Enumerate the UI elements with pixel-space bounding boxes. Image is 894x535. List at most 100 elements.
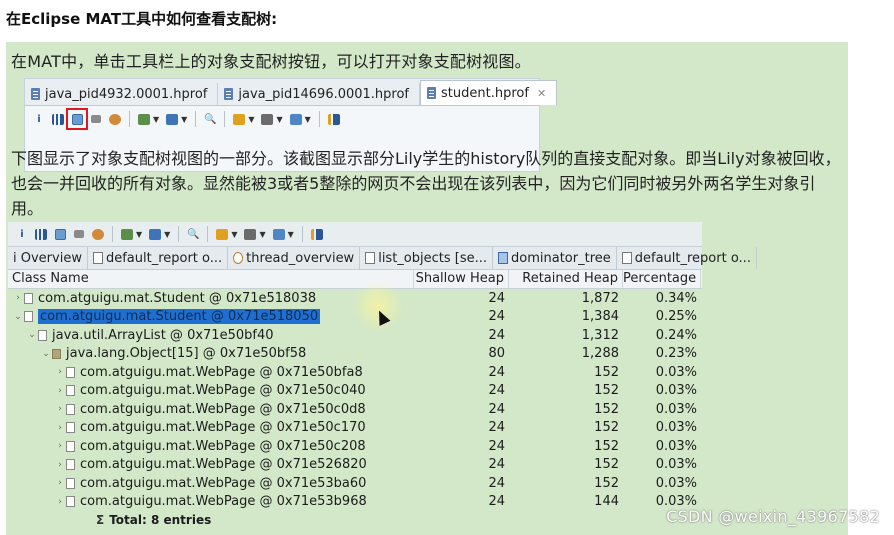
expand-arrow-icon[interactable]: › bbox=[54, 441, 66, 451]
chevron-down-icon[interactable]: ▼ bbox=[231, 230, 237, 239]
view-tab-dominator-tree[interactable]: dominator_tree bbox=[493, 247, 617, 269]
object-icon bbox=[66, 385, 75, 397]
expand-arrow-icon[interactable]: ⌄ bbox=[40, 349, 52, 359]
heap-dump-overview-icon[interactable] bbox=[231, 111, 247, 127]
expand-arrow-icon[interactable]: › bbox=[54, 478, 66, 488]
expand-arrow-icon[interactable]: ⌄ bbox=[26, 330, 38, 340]
table-row[interactable]: › com.atguigu.mat.WebPage @ 0x71e50c040 24… bbox=[8, 382, 702, 401]
chevron-down-icon[interactable]: ▼ bbox=[288, 230, 294, 239]
expand-arrow-icon[interactable]: › bbox=[12, 293, 24, 303]
table-row[interactable]: › com.atguigu.mat.WebPage @ 0x71e50c0d8 24… bbox=[8, 400, 702, 419]
file-icon bbox=[427, 87, 437, 99]
shallow-heap-cell: 24 bbox=[488, 401, 505, 417]
chart-icon[interactable] bbox=[288, 111, 304, 127]
expand-arrow-icon[interactable]: › bbox=[54, 497, 66, 507]
column-header-class-name[interactable]: Class Name bbox=[8, 270, 414, 288]
class-name-cell: › com.atguigu.mat.WebPage @ 0x71e50c208 bbox=[8, 439, 414, 454]
table-row[interactable]: › com.atguigu.mat.WebPage @ 0x71e53b968 24… bbox=[8, 493, 702, 512]
info-icon[interactable]: i bbox=[14, 226, 30, 242]
export-icon[interactable] bbox=[242, 226, 258, 242]
class-name-cell: › com.atguigu.mat.WebPage @ 0x71e50bfa8 bbox=[8, 365, 414, 380]
object-icon bbox=[24, 311, 33, 323]
chevron-down-icon[interactable]: ▼ bbox=[259, 230, 265, 239]
chevron-down-icon[interactable]: ▼ bbox=[181, 115, 187, 124]
class-name-text: java.util.ArrayList @ 0x71e50bf40 bbox=[52, 327, 274, 343]
table-row[interactable]: › com.atguigu.mat.WebPage @ 0x71e50bfa8 24… bbox=[8, 363, 702, 382]
dominator-tree-icon[interactable] bbox=[52, 226, 68, 242]
object-icon bbox=[66, 403, 75, 415]
column-header-percentage[interactable]: Percentage bbox=[623, 270, 701, 288]
class-name-cell: › com.atguigu.mat.WebPage @ 0x71e53ba60 bbox=[8, 476, 414, 491]
retained-heap-cell: 152 bbox=[594, 438, 619, 454]
toolbar-separator bbox=[318, 111, 320, 127]
expand-arrow-icon[interactable]: › bbox=[54, 404, 66, 414]
percentage-cell: 0.03% bbox=[655, 401, 697, 417]
histogram-icon[interactable] bbox=[50, 111, 66, 127]
expand-arrow-icon[interactable]: › bbox=[54, 386, 66, 396]
expand-arrow-icon[interactable]: › bbox=[54, 423, 66, 433]
chevron-down-icon[interactable]: ▼ bbox=[305, 115, 311, 124]
view-tab-label: thread_overview bbox=[246, 250, 355, 266]
toolbar-separator bbox=[129, 111, 130, 127]
view-tab-default-report-2[interactable]: default_report o... bbox=[617, 247, 757, 269]
search-icon[interactable]: 🔍 bbox=[185, 226, 201, 242]
info-icon[interactable]: i bbox=[31, 111, 47, 127]
table-row[interactable]: › com.atguigu.mat.WebPage @ 0x71e526820 24… bbox=[8, 456, 702, 475]
close-icon[interactable]: ✕ bbox=[537, 87, 546, 100]
chart-icon[interactable] bbox=[271, 226, 287, 242]
table-row[interactable]: › com.atguigu.mat.WebPage @ 0x71e53ba60 24… bbox=[8, 474, 702, 493]
view-tab-default-report[interactable]: default_report o... bbox=[88, 247, 229, 269]
oql-icon[interactable] bbox=[71, 226, 87, 242]
view-tab-thread-overview[interactable]: thread_overview bbox=[228, 247, 361, 269]
editor-tab-3[interactable]: student.hprof ✕ bbox=[420, 80, 558, 105]
chevron-down-icon[interactable]: ▼ bbox=[136, 230, 142, 239]
table-row[interactable]: ⌄ java.util.ArrayList @ 0x71e50bf40 24 1,31… bbox=[8, 326, 702, 345]
search-icon[interactable]: 🔍 bbox=[202, 111, 218, 127]
view-tab-overview[interactable]: i Overview bbox=[8, 247, 88, 269]
chevron-down-icon[interactable]: ▼ bbox=[164, 230, 170, 239]
dominator-tree-icon[interactable] bbox=[66, 108, 88, 130]
column-header-shallow-heap[interactable]: Shallow Heap bbox=[414, 270, 509, 288]
column-header-retained-heap[interactable]: Retained Heap bbox=[509, 270, 623, 288]
view-tab-label: dominator_tree bbox=[511, 250, 611, 266]
list-icon bbox=[365, 252, 376, 264]
view-tab-label: list_objects [se... bbox=[378, 250, 488, 266]
histogram-icon[interactable] bbox=[33, 226, 49, 242]
expand-arrow-icon[interactable]: › bbox=[54, 367, 66, 377]
bar-chart-icon[interactable] bbox=[326, 111, 342, 127]
object-icon bbox=[66, 496, 75, 508]
query-browser-icon[interactable] bbox=[147, 226, 163, 242]
shallow-heap-cell: 80 bbox=[488, 346, 505, 362]
dominator-tree-table: › com.atguigu.mat.Student @ 0x71e518038 24… bbox=[8, 289, 702, 530]
chevron-down-icon[interactable]: ▼ bbox=[276, 115, 282, 124]
view-tab-list-objects[interactable]: list_objects [se... bbox=[360, 247, 494, 269]
thread-overview-icon[interactable] bbox=[107, 111, 123, 127]
run-report-icon[interactable] bbox=[136, 111, 152, 127]
editor-tab-2[interactable]: java_pid14696.0001.hprof bbox=[218, 83, 421, 105]
export-icon[interactable] bbox=[259, 111, 275, 127]
shallow-heap-cell: 24 bbox=[488, 438, 505, 454]
run-report-icon[interactable] bbox=[119, 226, 135, 242]
percentage-cell: 0.03% bbox=[655, 475, 697, 491]
view-tab-label: default_report o... bbox=[105, 250, 223, 266]
total-row: Σ Total: 8 entries bbox=[8, 511, 702, 530]
table-row[interactable]: › com.atguigu.mat.WebPage @ 0x71e50c170 24… bbox=[8, 419, 702, 438]
expand-arrow-icon[interactable]: › bbox=[54, 460, 66, 470]
table-row[interactable]: ⌄ java.lang.Object[15] @ 0x71e50bf58 80 1,2… bbox=[8, 345, 702, 364]
shallow-heap-cell: 24 bbox=[488, 327, 505, 343]
class-name-text: com.atguigu.mat.WebPage @ 0x71e50c040 bbox=[80, 383, 366, 399]
percentage-cell: 0.03% bbox=[655, 383, 697, 399]
chevron-down-icon[interactable]: ▼ bbox=[153, 115, 159, 124]
class-name-text: com.atguigu.mat.WebPage @ 0x71e50bfa8 bbox=[80, 364, 363, 380]
query-browser-icon[interactable] bbox=[164, 111, 180, 127]
heap-dump-overview-icon[interactable] bbox=[214, 226, 230, 242]
chevron-down-icon[interactable]: ▼ bbox=[248, 115, 254, 124]
table-row[interactable]: › com.atguigu.mat.WebPage @ 0x71e50c208 24… bbox=[8, 437, 702, 456]
class-name-text: com.atguigu.mat.Student @ 0x71e518050 bbox=[38, 309, 321, 325]
bar-chart-icon[interactable] bbox=[309, 226, 325, 242]
oql-icon[interactable] bbox=[88, 111, 104, 127]
expand-arrow-icon[interactable]: ⌄ bbox=[12, 312, 24, 322]
intro-paragraph: 在MAT中，单击工具栏上的对象支配树按钮，可以打开对象支配树视图。 bbox=[11, 52, 531, 71]
editor-tab-1[interactable]: java_pid4932.0001.hprof bbox=[25, 83, 219, 105]
thread-overview-icon[interactable] bbox=[90, 226, 106, 242]
